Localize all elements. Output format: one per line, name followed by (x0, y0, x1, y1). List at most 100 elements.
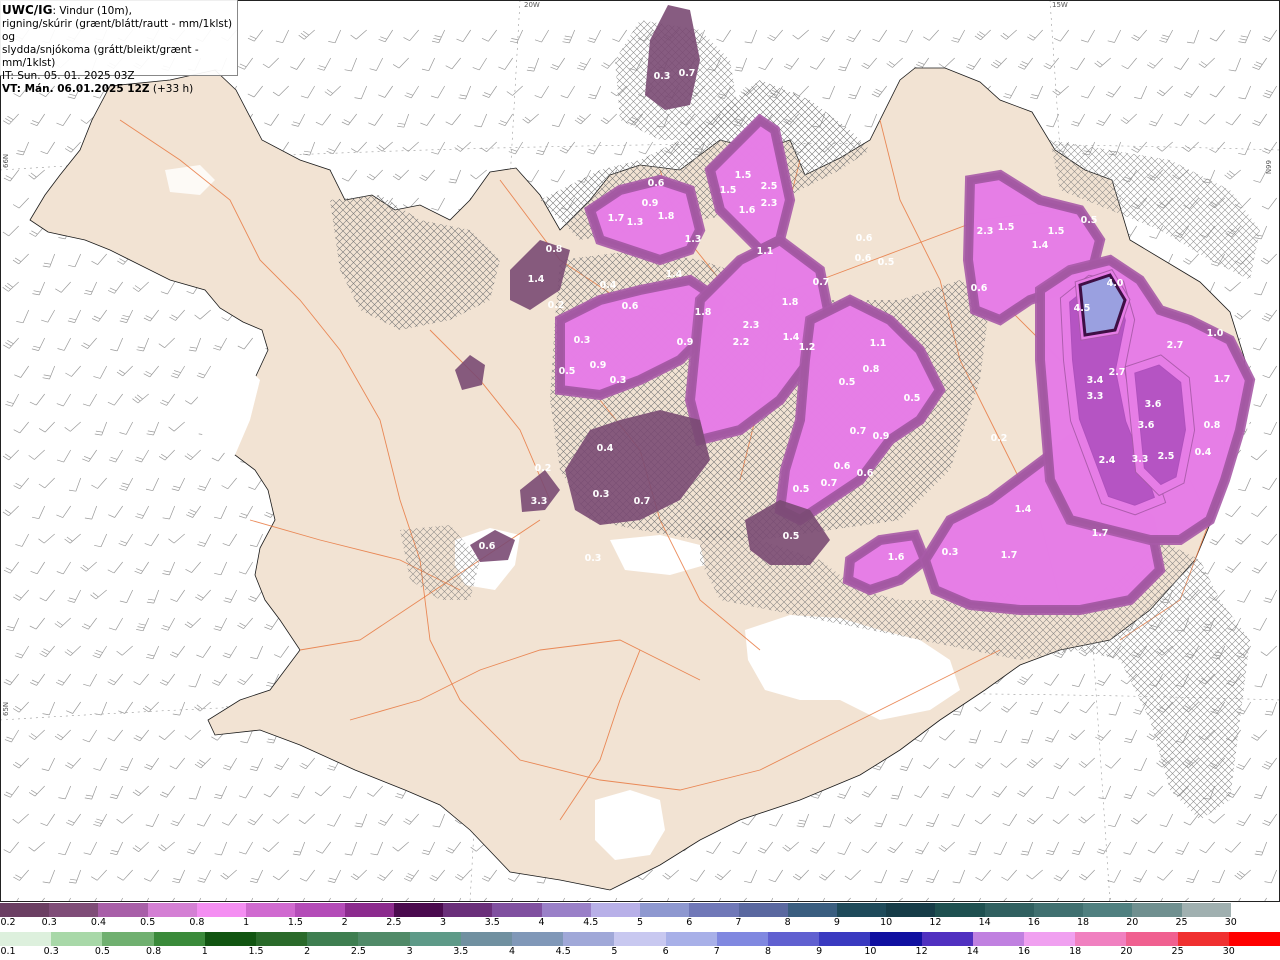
precip-value-label: 2.7 (1167, 340, 1184, 351)
colorbar-label: 5 (636, 917, 644, 928)
colorbar-label: 10 (880, 917, 893, 928)
colorbar-swatch (1230, 903, 1280, 917)
lon-label-20w: 20W (524, 1, 540, 9)
precip-value-label: 0.3 (574, 335, 591, 346)
colorbar-label: 12 (929, 917, 942, 928)
precip-value-label: 1.3 (627, 217, 644, 228)
lat-label-66n-left: 66N (2, 153, 10, 168)
colorbar-label: 1 (201, 946, 208, 957)
precip-value-label: 2.5 (761, 181, 778, 192)
precip-value-label: 2.3 (761, 198, 778, 209)
precip-value-label: 0.3 (610, 375, 627, 386)
colorbar-swatch (307, 932, 359, 946)
precip-value-label: 0.8 (1204, 420, 1221, 431)
colorbar-label: 2.5 (386, 917, 402, 928)
colorbar-swatch (492, 903, 542, 917)
weather-map[interactable]: 0.3 0.7 1.5 2.5 1.5 2.3 1.6 0.6 0.9 1.8 1.7 1.3 1.3 1… (0, 0, 1280, 902)
colorbar-label: 6 (662, 946, 669, 957)
precip-value-label: 1.4 (528, 274, 545, 285)
precip-value-label: 1.4 (783, 332, 800, 343)
rain-colorbar (0, 932, 1280, 946)
colorbar-swatch (256, 932, 308, 946)
colorbar-label: 4 (508, 946, 516, 957)
precip-value-label: 2.3 (743, 320, 760, 331)
colorbar-label: 1.5 (287, 917, 303, 928)
colorbar-swatch (935, 903, 985, 917)
precip-value-label: 0.9 (677, 337, 694, 348)
colorbar-label: 7 (713, 946, 720, 957)
precip-value-label: 3.6 (1138, 420, 1155, 431)
colorbar-label: 8 (784, 917, 791, 928)
precip-value-label: 1.8 (658, 211, 675, 222)
colorbar-label: 0.8 (146, 946, 162, 957)
colorbar-swatch (512, 932, 564, 946)
colorbar-label: 0.5 (94, 946, 110, 957)
colorbar-swatch (716, 932, 769, 946)
precip-value-label: 1.5 (998, 222, 1015, 233)
precip-value-label: 3.4 (1087, 375, 1104, 386)
precip-value-label: 1.4 (666, 269, 683, 280)
colorbar-swatch (819, 932, 871, 946)
precip-value-label: 4.0 (1107, 278, 1124, 289)
colorbar-label: 14 (978, 917, 991, 928)
colorbar-label: 3.5 (453, 946, 469, 957)
precip-value-label: 0.4 (597, 443, 614, 454)
colorbar-label: 20 (1120, 946, 1133, 957)
precip-value-label: 0.7 (634, 496, 651, 507)
precip-value-label: 1.4 (1032, 240, 1049, 251)
colorbar-swatch (921, 932, 973, 946)
colorbar-swatch (870, 932, 922, 946)
colorbar-swatch (358, 932, 410, 946)
colorbar-swatch (98, 903, 148, 917)
precip-value-label: 0.4 (1195, 447, 1212, 458)
colorbar-label: 9 (833, 917, 840, 928)
colorbar-swatch (51, 932, 103, 946)
lead-time: (+33 h) (149, 83, 194, 95)
colorbar-swatch (836, 903, 887, 917)
colorbar-swatch (409, 932, 461, 946)
colorbar-label: 6 (686, 917, 693, 928)
colorbar-swatch (443, 903, 493, 917)
colorbar-label: 5 (611, 946, 618, 957)
precip-value-label: 1.4 (1015, 504, 1032, 515)
colorbar-swatch (590, 903, 641, 917)
colorbar-label: 16 (1027, 917, 1040, 928)
lat-label-65n-left: 65N (2, 701, 10, 716)
colorbar-swatch (640, 903, 690, 917)
precip-value-label: 2.7 (1109, 367, 1126, 378)
precip-value-label: 0.9 (873, 431, 890, 442)
colorbar-swatch (0, 903, 50, 917)
colorbar-label: 7 (735, 917, 742, 928)
precip-value-label: 0.5 (793, 484, 810, 495)
colorbar-label: 3 (440, 917, 447, 928)
precip-value-label: 1.5 (720, 185, 737, 196)
precip-value-label: 0.3 (942, 547, 959, 558)
colorbar-label: 0.4 (90, 917, 107, 928)
colorbar-swatch (147, 903, 197, 917)
precip-value-label: 3.3 (531, 496, 548, 507)
precip-value-label: 0.7 (679, 68, 696, 79)
snow-description: slydda/snjókoma (grátt/bleikt/grænt - mm… (2, 44, 199, 69)
colorbar-swatch (768, 932, 820, 946)
precip-value-label: 1.8 (695, 307, 712, 318)
precip-value-label: 2.4 (1099, 455, 1116, 466)
precip-value-label: 1.3 (685, 234, 702, 245)
colorbar-swatch (295, 903, 345, 917)
precip-value-label: 3.3 (1087, 391, 1104, 402)
precip-value-label: 1.5 (735, 170, 752, 181)
colorbar-swatch (1024, 932, 1076, 946)
colorbar-label: 4 (538, 917, 545, 928)
colorbar-label: 30 (1224, 917, 1237, 928)
colorbar-label: 14 (966, 946, 979, 957)
map-canvas: 0.3 0.71.52.51.52.31.60.60.91.81.7 1.31.31… (0, 0, 1280, 902)
colorbar-swatch (49, 903, 99, 917)
colorbar-swatch (102, 932, 154, 946)
field-description: : Vindur (10m), (52, 5, 132, 17)
colorbar-swatch (1177, 932, 1229, 946)
precip-value-label: 4.5 (1074, 303, 1091, 314)
colorbar-swatch (984, 903, 1034, 917)
snow-colorbar (0, 903, 1280, 917)
colorbar-label: 2.5 (350, 946, 366, 957)
colorbar-swatch (0, 932, 52, 946)
precip-value-label: 0.3 (585, 553, 602, 564)
